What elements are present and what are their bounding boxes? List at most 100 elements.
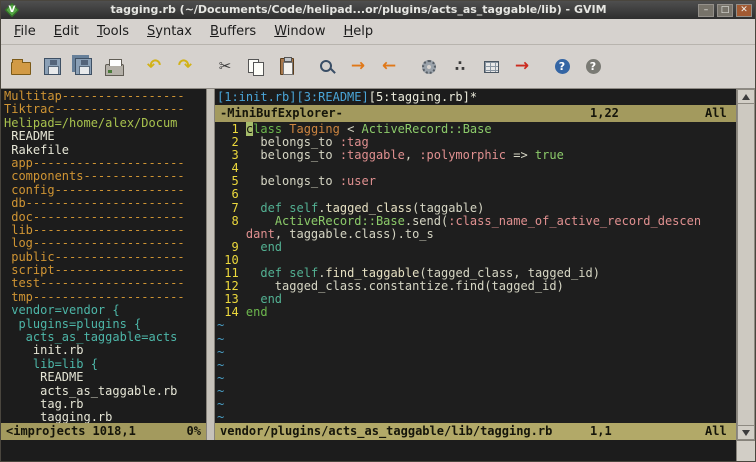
- tree-item[interactable]: Rakefile: [4, 143, 206, 157]
- line-number: 13: [217, 292, 246, 307]
- menu-help[interactable]: Help: [334, 20, 382, 44]
- scrollbar-thumb[interactable]: [737, 104, 755, 425]
- maximize-button[interactable]: □: [717, 3, 733, 17]
- toolbar-separator: [131, 53, 140, 81]
- tree-item[interactable]: plugins=plugins {: [4, 317, 206, 331]
- tree-item[interactable]: Helipad=/home/alex/Docum: [4, 116, 206, 130]
- code-line[interactable]: 12 tagged_class.constantize.find(tagged_…: [217, 280, 736, 293]
- cut-icon: ✂: [218, 57, 232, 75]
- find-next-button[interactable]: →: [344, 53, 372, 81]
- tag-list-button[interactable]: [477, 53, 505, 81]
- line-number: 1: [217, 122, 246, 136]
- line-number: 6: [217, 187, 246, 202]
- redo-button[interactable]: ↷: [171, 53, 199, 81]
- line-number: 2: [217, 135, 246, 150]
- tree-item[interactable]: public------------------: [4, 250, 206, 264]
- minibufexplorer-status-line[interactable]: -MiniBufExplorer- 1,22 All: [215, 105, 736, 122]
- editor-status-file: vendor/plugins/acts_as_taggable/lib/tagg…: [220, 424, 553, 438]
- tree-item[interactable]: README: [4, 370, 206, 384]
- code-line[interactable]: 14 end: [217, 306, 736, 319]
- code-token: :user: [339, 174, 376, 189]
- tree-item[interactable]: script------------------: [4, 263, 206, 277]
- scrollbar-up-button[interactable]: [737, 89, 755, 104]
- tree-item[interactable]: tag.rb: [4, 397, 206, 411]
- vim-logo-icon: [6, 4, 18, 16]
- help-button[interactable]: ?: [548, 53, 576, 81]
- tree-item[interactable]: log---------------------: [4, 236, 206, 250]
- buffer-tab[interactable]: [5:tagging.rb]*: [369, 90, 477, 104]
- make-icon: [422, 59, 436, 74]
- code-line[interactable]: 3 belongs_to :taggable, :polymorphic => …: [217, 149, 736, 162]
- tag-list-icon: [483, 60, 499, 73]
- tree-item[interactable]: Multitap-----------------: [4, 89, 206, 103]
- open-button[interactable]: [7, 53, 35, 81]
- find-prev-button[interactable]: ←: [375, 53, 403, 81]
- tree-item[interactable]: README: [4, 129, 206, 143]
- menu-edit[interactable]: Edit: [45, 20, 88, 44]
- tree-item[interactable]: db----------------------: [4, 196, 206, 210]
- run-ctags-button[interactable]: ∴: [446, 53, 474, 81]
- copy-button[interactable]: [242, 53, 270, 81]
- print-button[interactable]: [100, 53, 128, 81]
- tree-item[interactable]: lib---------------------: [4, 223, 206, 237]
- tree-item[interactable]: test--------------------: [4, 277, 206, 291]
- tilde-line: ~: [217, 319, 736, 332]
- title-bar[interactable]: tagging.rb (~/Documents/Code/helipad...o…: [1, 1, 755, 19]
- paste-button[interactable]: [273, 53, 301, 81]
- menu-syntax[interactable]: Syntax: [138, 20, 201, 44]
- tree-item[interactable]: config------------------: [4, 183, 206, 197]
- code-token: true: [534, 148, 564, 163]
- close-button[interactable]: ✕: [736, 3, 752, 17]
- vertical-split-scrollbar[interactable]: [206, 89, 215, 440]
- make-button[interactable]: [415, 53, 443, 81]
- tree-item[interactable]: Tiktrac------------------: [4, 102, 206, 116]
- arrow-up-icon: [742, 93, 750, 100]
- find-next-icon: →: [350, 56, 366, 76]
- tilde-marker: ~: [217, 331, 225, 346]
- save-button[interactable]: [38, 53, 66, 81]
- code-token: self: [289, 200, 319, 215]
- code-token: end: [260, 239, 283, 254]
- code-line[interactable]: 9 end: [217, 239, 736, 254]
- buffer-tab[interactable]: [3:README]: [296, 90, 368, 104]
- tag-jump-button[interactable]: →: [508, 53, 536, 81]
- menu-file[interactable]: File: [5, 20, 45, 44]
- tree-item[interactable]: app---------------------: [4, 156, 206, 170]
- tree-item[interactable]: acts_as_taggable=acts: [4, 330, 206, 344]
- tree-item[interactable]: acts_as_taggable.rb: [4, 384, 206, 398]
- code-area[interactable]: 1 class Tagging < ActiveRecord::Base 2 b…: [215, 122, 736, 423]
- scrollbar-down-button[interactable]: [737, 425, 755, 440]
- run-ctags-icon: ∴: [454, 57, 466, 75]
- menu-window[interactable]: Window: [265, 20, 334, 44]
- project-tree: Multitap----------------- Tiktrac--------…: [1, 89, 206, 423]
- find-replace-button[interactable]: [313, 53, 341, 81]
- tree-item[interactable]: components--------------: [4, 169, 206, 183]
- tree-item[interactable]: doc---------------------: [4, 210, 206, 224]
- tree-item[interactable]: init.rb: [4, 344, 206, 358]
- tree-item[interactable]: tmp---------------------: [4, 290, 206, 304]
- tilde-marker: ~: [217, 410, 225, 423]
- resize-corner[interactable]: [736, 440, 755, 461]
- find-help-button[interactable]: ?: [579, 53, 607, 81]
- code-line[interactable]: dant, taggable.class).to_s: [217, 227, 736, 241]
- code-token: self: [289, 266, 319, 281]
- cut-button[interactable]: ✂: [211, 53, 239, 81]
- tree-item[interactable]: lib=lib {: [4, 357, 206, 371]
- tree-item[interactable]: tagging.rb: [4, 410, 206, 423]
- editor-status-line[interactable]: vendor/plugins/acts_as_taggable/lib/tagg…: [215, 423, 736, 440]
- menu-tools[interactable]: Tools: [88, 20, 138, 44]
- project-status-file: <improjects: [6, 424, 86, 438]
- project-status-line[interactable]: <improjects 1018,1 0%: [1, 423, 206, 440]
- buffer-tab[interactable]: [1:init.rb]: [217, 90, 296, 104]
- tree-item[interactable]: vendor=vendor {: [4, 303, 206, 317]
- undo-button[interactable]: ↶: [140, 53, 168, 81]
- project-status-percent: 0%: [186, 424, 201, 438]
- minimize-button[interactable]: –: [698, 3, 714, 17]
- line-number: [217, 227, 246, 241]
- code-token: def: [260, 200, 283, 215]
- code-line[interactable]: 5 belongs_to :user: [217, 175, 736, 188]
- code-line[interactable]: 13 end: [217, 293, 736, 306]
- buffer-list: [1:init.rb][3:README][5:tagging.rb]*: [215, 89, 736, 105]
- save-all-button[interactable]: [69, 53, 97, 81]
- menu-buffers[interactable]: Buffers: [201, 20, 265, 44]
